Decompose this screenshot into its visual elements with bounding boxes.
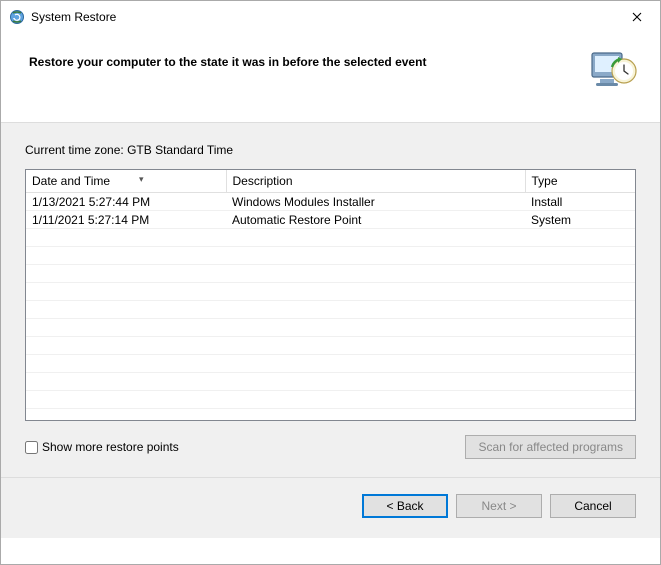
- window-title: System Restore: [31, 10, 614, 24]
- wizard-footer: < Back Next > Cancel: [1, 477, 660, 538]
- titlebar: System Restore: [1, 1, 660, 33]
- table-row-empty: .: [26, 283, 635, 301]
- table-row-empty: .: [26, 337, 635, 355]
- column-header-type[interactable]: Type: [525, 170, 635, 193]
- system-restore-icon: [9, 9, 25, 25]
- scan-affected-button: Scan for affected programs: [465, 435, 636, 459]
- sort-indicator-icon: ▾: [139, 174, 144, 185]
- table-row-empty: .: [26, 265, 635, 283]
- restore-points-table[interactable]: Date and Time ▾ Description Type 1/13/20…: [25, 169, 636, 421]
- table-row[interactable]: 1/13/2021 5:27:44 PM Windows Modules Ins…: [26, 193, 635, 211]
- table-row-empty: .: [26, 319, 635, 337]
- column-header-description[interactable]: Description: [226, 170, 525, 193]
- timezone-label: Current time zone: GTB Standard Time: [25, 143, 636, 157]
- table-row-empty: .: [26, 355, 635, 373]
- show-more-checkbox[interactable]: [25, 441, 38, 454]
- close-button[interactable]: [614, 1, 660, 33]
- wizard-header: Restore your computer to the state it wa…: [1, 33, 660, 123]
- restore-clock-icon: [590, 49, 638, 89]
- back-button[interactable]: < Back: [362, 494, 448, 518]
- column-header-date[interactable]: Date and Time ▾: [26, 170, 226, 193]
- table-row[interactable]: 1/11/2021 5:27:14 PM Automatic Restore P…: [26, 211, 635, 229]
- table-row-empty: .: [26, 391, 635, 409]
- table-controls: Show more restore points Scan for affect…: [25, 435, 636, 459]
- table-row-empty: .: [26, 301, 635, 319]
- cancel-button[interactable]: Cancel: [550, 494, 636, 518]
- table-row-empty: .: [26, 229, 635, 247]
- table-row-empty: .: [26, 247, 635, 265]
- table-row-empty: .: [26, 373, 635, 391]
- next-button: Next >: [456, 494, 542, 518]
- show-more-checkbox-label[interactable]: Show more restore points: [25, 440, 179, 454]
- wizard-heading: Restore your computer to the state it wa…: [29, 49, 426, 69]
- wizard-body: Current time zone: GTB Standard Time Dat…: [1, 123, 660, 477]
